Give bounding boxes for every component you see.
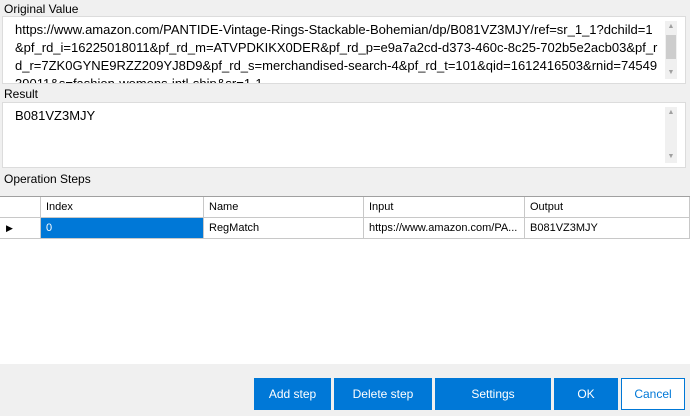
table-row[interactable]: ▶ 0 RegMatch https://www.amazon.com/PA..… [0, 218, 690, 239]
result-text: B081VZ3MJY [15, 108, 96, 123]
grid-header-row: Index Name Input Output [0, 197, 690, 218]
operation-steps-grid[interactable]: Index Name Input Output ▶ 0 RegMatch htt… [0, 196, 690, 364]
result-scrollbar[interactable]: ▲ ▼ [665, 107, 677, 163]
result-label: Result [4, 87, 39, 101]
scroll-down-arrow-icon[interactable]: ▼ [665, 67, 677, 79]
cancel-button[interactable]: Cancel [621, 378, 685, 410]
settings-button[interactable]: Settings [435, 378, 551, 410]
ok-button[interactable]: OK [554, 378, 618, 410]
column-header-name[interactable]: Name [204, 197, 364, 218]
delete-step-button[interactable]: Delete step [334, 378, 432, 410]
scroll-down-arrow-icon[interactable]: ▼ [665, 151, 677, 163]
cell-input[interactable]: https://www.amazon.com/PA... [364, 218, 525, 239]
result-textbox[interactable]: B081VZ3MJY ▲ ▼ [2, 102, 686, 168]
column-header-input[interactable]: Input [364, 197, 525, 218]
original-value-scrollbar[interactable]: ▲ ▼ [665, 21, 677, 79]
operation-steps-label: Operation Steps [4, 172, 91, 186]
row-header-corner [0, 197, 41, 218]
current-row-arrow-icon[interactable]: ▶ [0, 218, 41, 239]
cell-output[interactable]: B081VZ3MJY [525, 218, 690, 239]
scroll-up-arrow-icon[interactable]: ▲ [665, 21, 677, 33]
column-header-index[interactable]: Index [41, 197, 204, 218]
column-header-output[interactable]: Output [525, 197, 690, 218]
scroll-up-arrow-icon[interactable]: ▲ [665, 107, 677, 119]
scrollbar-thumb[interactable] [666, 35, 676, 59]
original-value-textbox[interactable]: https://www.amazon.com/PANTIDE-Vintage-R… [2, 16, 686, 84]
add-step-button[interactable]: Add step [254, 378, 331, 410]
cell-name[interactable]: RegMatch [204, 218, 364, 239]
original-value-label: Original Value [4, 2, 79, 16]
original-value-text: https://www.amazon.com/PANTIDE-Vintage-R… [15, 22, 658, 83]
cell-index[interactable]: 0 [41, 218, 204, 239]
